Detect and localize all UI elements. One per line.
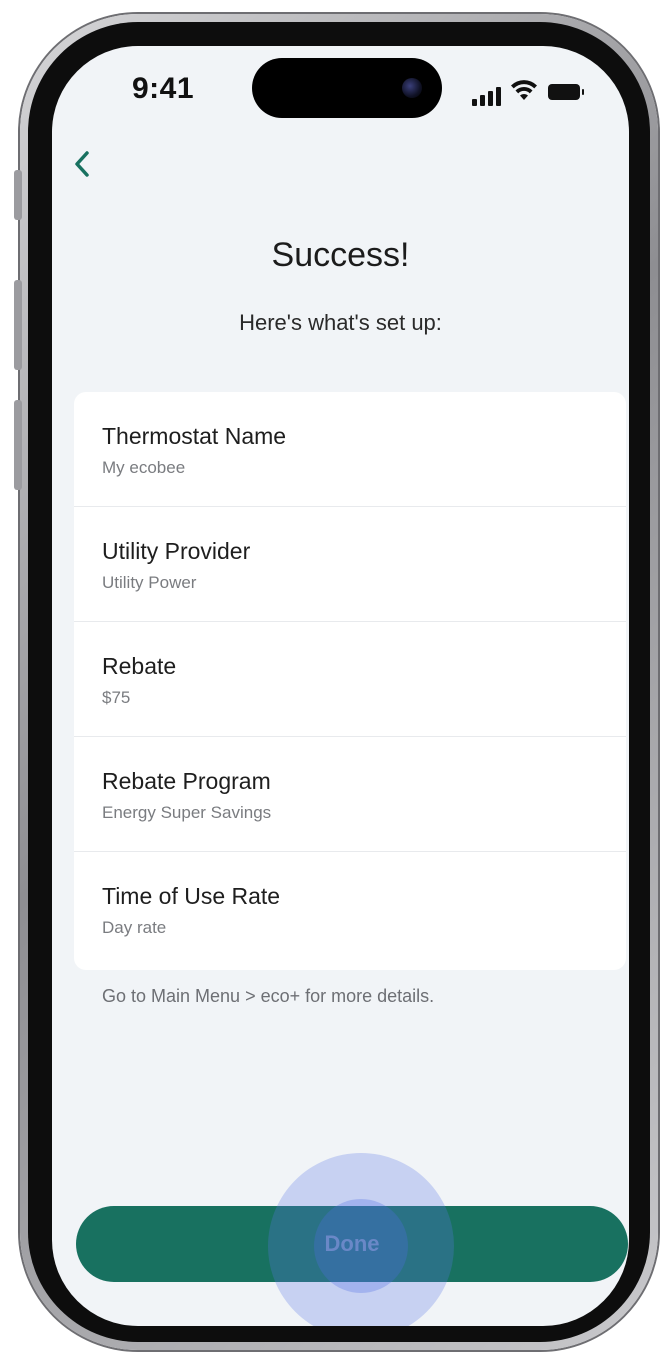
- screen: 9:41 Success! Here's what's set up: Ther…: [52, 46, 629, 1326]
- dynamic-island: [252, 58, 442, 118]
- item-label: Thermostat Name: [102, 423, 287, 449]
- list-item: Rebate $75: [74, 622, 626, 737]
- item-label: Utility Provider: [102, 538, 251, 564]
- camera-icon: [402, 78, 422, 98]
- item-value: Utility Power: [102, 573, 197, 592]
- volume-up-button: [14, 280, 22, 370]
- volume-down-button: [14, 400, 22, 490]
- list-item: Rebate Program Energy Super Savings: [74, 737, 626, 852]
- action-button: [14, 170, 22, 220]
- item-value: Day rate: [102, 918, 167, 937]
- item-value: $75: [102, 688, 131, 707]
- list-item: Utility Provider Utility Power: [74, 507, 626, 622]
- done-button[interactable]: [76, 1206, 628, 1282]
- list-item: Time of Use Rate Day rate: [74, 852, 626, 967]
- item-label: Time of Use Rate: [102, 883, 281, 909]
- item-label: Rebate Program: [102, 768, 271, 794]
- status-time: 9:41: [132, 72, 195, 105]
- details-hint: Go to Main Menu > eco+ for more details.: [102, 986, 435, 1006]
- back-button[interactable]: [64, 146, 100, 182]
- setup-summary-card: Thermostat Name My ecobee Utility Provid…: [74, 392, 626, 970]
- wifi-icon: [511, 80, 537, 100]
- cellular-signal-icon: [472, 87, 501, 106]
- item-value: Energy Super Savings: [102, 803, 272, 822]
- chevron-left-icon: [75, 151, 89, 177]
- battery-icon: [548, 84, 584, 100]
- page-subtitle: Here's what's set up:: [239, 310, 442, 335]
- page-title: Success!: [271, 236, 410, 274]
- item-value: My ecobee: [102, 458, 186, 477]
- list-item: Thermostat Name My ecobee: [74, 392, 626, 507]
- item-label: Rebate: [102, 653, 177, 679]
